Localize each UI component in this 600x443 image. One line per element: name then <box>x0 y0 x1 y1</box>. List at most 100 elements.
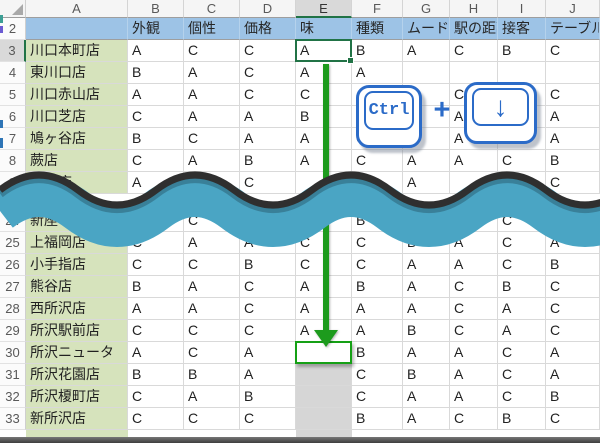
column-header-A[interactable]: A <box>26 0 128 18</box>
cell[interactable] <box>296 210 352 232</box>
cell-store[interactable]: 所沢ニュータ <box>26 342 128 364</box>
cell-store[interactable]: 所沢花園店 <box>26 364 128 386</box>
cell[interactable]: C <box>240 84 296 106</box>
cell[interactable]: C <box>240 298 296 320</box>
cell[interactable]: A <box>296 40 352 62</box>
cell[interactable]: A <box>546 232 600 254</box>
cell[interactable]: B <box>403 232 450 254</box>
cell[interactable]: C <box>296 84 352 106</box>
cell[interactable]: A <box>403 254 450 276</box>
cell[interactable]: A <box>128 84 184 106</box>
cell[interactable]: B <box>240 254 296 276</box>
cell[interactable]: A <box>184 386 240 408</box>
cell[interactable]: A <box>546 342 600 364</box>
cell[interactable] <box>296 386 352 408</box>
cell-store[interactable]: 鳩ヶ谷店 <box>26 128 128 150</box>
row-header-31[interactable]: 31 <box>0 364 26 386</box>
cell[interactable]: C <box>240 408 296 430</box>
cell-store[interactable]: 店 <box>26 172 128 194</box>
cell[interactable]: C <box>498 150 546 172</box>
cell[interactable]: C <box>498 254 546 276</box>
cell[interactable]: C <box>184 210 240 232</box>
cell[interactable]: C <box>546 320 600 342</box>
cell[interactable] <box>546 210 600 232</box>
cell[interactable]: C <box>128 232 184 254</box>
cell[interactable]: A <box>296 276 352 298</box>
cell-store[interactable]: 小手指店 <box>26 254 128 276</box>
row-header-5[interactable]: 5 <box>0 84 26 106</box>
cell[interactable] <box>128 210 184 232</box>
cell[interactable] <box>546 62 600 84</box>
cell[interactable]: A <box>184 84 240 106</box>
cell[interactable]: C <box>128 408 184 430</box>
cell[interactable]: B <box>128 62 184 84</box>
cell[interactable] <box>498 172 546 194</box>
cell[interactable]: C <box>240 172 296 194</box>
cell[interactable]: C <box>184 408 240 430</box>
cell[interactable]: C <box>498 342 546 364</box>
cell[interactable]: B <box>403 320 450 342</box>
row-header-7[interactable]: 7 <box>0 128 26 150</box>
cell[interactable] <box>450 62 498 84</box>
cell[interactable]: B <box>498 276 546 298</box>
cell[interactable]: A <box>403 150 450 172</box>
cell[interactable]: A <box>403 408 450 430</box>
cell[interactable]: B <box>546 386 600 408</box>
cell[interactable]: C <box>498 386 546 408</box>
cell[interactable]: A <box>240 106 296 128</box>
cell[interactable]: C <box>498 232 546 254</box>
cell[interactable]: A <box>450 342 498 364</box>
cell[interactable]: C <box>296 254 352 276</box>
cell[interactable]: C <box>240 276 296 298</box>
column-header-J[interactable]: J <box>546 0 600 18</box>
cell[interactable]: A <box>128 40 184 62</box>
cell[interactable]: A <box>240 128 296 150</box>
cell[interactable]: C <box>450 320 498 342</box>
cell[interactable]: B <box>546 254 600 276</box>
cell[interactable]: A <box>403 386 450 408</box>
cell[interactable]: A <box>403 40 450 62</box>
row-header-33[interactable]: 33 <box>0 408 26 430</box>
row-header-24[interactable]: 24 <box>0 210 26 232</box>
cell[interactable]: A <box>240 364 296 386</box>
cell[interactable]: C <box>240 62 296 84</box>
cell[interactable] <box>296 342 352 364</box>
cell[interactable]: A <box>546 128 600 150</box>
cell-store[interactable]: 所沢榎町店 <box>26 386 128 408</box>
cell-store[interactable]: 川口本町店 <box>26 40 128 62</box>
cell[interactable] <box>296 408 352 430</box>
cell[interactable]: A <box>184 276 240 298</box>
column-header-G[interactable]: G <box>403 0 450 18</box>
cell[interactable]: B <box>184 364 240 386</box>
cell[interactable]: C <box>546 408 600 430</box>
cell[interactable]: B <box>352 40 403 62</box>
cell[interactable] <box>352 172 403 194</box>
cell[interactable]: C <box>184 342 240 364</box>
cell[interactable]: C <box>450 408 498 430</box>
cell[interactable]: B <box>240 150 296 172</box>
cell[interactable]: A <box>240 232 296 254</box>
row-header-30[interactable]: 30 <box>0 342 26 364</box>
cell[interactable]: A <box>403 342 450 364</box>
cell[interactable]: C <box>128 254 184 276</box>
row-header-9[interactable]: 9 <box>0 172 26 194</box>
row-header-28[interactable]: 28 <box>0 298 26 320</box>
row-header-27[interactable]: 27 <box>0 276 26 298</box>
cell[interactable]: C <box>352 364 403 386</box>
cell[interactable] <box>403 62 450 84</box>
cell[interactable]: B <box>296 106 352 128</box>
cell[interactable]: C <box>240 40 296 62</box>
cell[interactable]: A <box>450 150 498 172</box>
cell[interactable]: A <box>184 150 240 172</box>
cell[interactable]: A <box>240 342 296 364</box>
column-header-B[interactable]: B <box>128 0 184 18</box>
cell[interactable] <box>450 210 498 232</box>
cell[interactable]: C <box>296 232 352 254</box>
cell[interactable]: A <box>450 232 498 254</box>
cell[interactable]: B <box>128 128 184 150</box>
cell[interactable]: A <box>296 298 352 320</box>
cell-store[interactable]: 熊谷店 <box>26 276 128 298</box>
cell[interactable]: C <box>184 320 240 342</box>
column-header-E[interactable]: E <box>296 0 352 18</box>
cell[interactable]: C <box>128 150 184 172</box>
